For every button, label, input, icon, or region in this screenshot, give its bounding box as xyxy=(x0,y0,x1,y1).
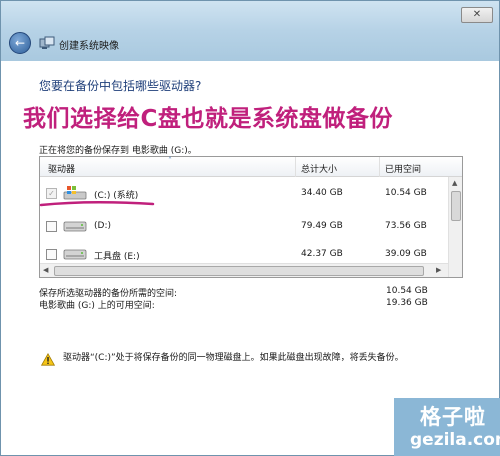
system-image-window: ✕ ← 创建系统映像 您要在备份中包括哪些驱动器? 我们选择给C盘也就是系统盘做… xyxy=(0,0,500,456)
annotation-overlay: 我们选择给C盘也就是系统盘做备份 xyxy=(23,106,393,132)
table-header: 驱动器 ˄ 总计大小 已用空间 xyxy=(40,156,462,177)
horizontal-scrollbar[interactable]: ◀ ▶ xyxy=(40,263,448,277)
warning-icon xyxy=(41,353,55,366)
table-row-d[interactable]: (D:) 79.49 GB 73.56 GB xyxy=(40,212,450,242)
page-heading: 您要在备份中包括哪些驱动器? xyxy=(39,79,202,93)
drive-name: (D:) xyxy=(94,221,111,231)
annotation-underline xyxy=(39,200,155,207)
back-arrow-icon[interactable]: ← xyxy=(9,32,31,54)
drive-total-size: 79.49 GB xyxy=(301,221,343,231)
column-header-used-space[interactable]: 已用空间 xyxy=(385,162,421,175)
sort-caret-icon: ˄ xyxy=(168,156,172,165)
scroll-left-arrow-icon[interactable]: ◀ xyxy=(43,266,48,274)
watermark-logo-text: 格子啦 xyxy=(420,405,486,429)
vertical-scrollbar[interactable]: ▲ xyxy=(448,177,462,277)
hard-drive-icon xyxy=(63,249,87,260)
warning-message: 驱动器“(C:)”处于将保存备份的同一物理磁盘上。如果此磁盘出现故障，将丢失备份… xyxy=(63,353,404,363)
drive-used-space: 10.54 GB xyxy=(385,188,427,198)
save-location-text: 正在将您的备份保存到 电影歌曲 (G:)。 xyxy=(39,146,197,156)
column-header-drive[interactable]: 驱动器 xyxy=(48,162,75,175)
drive-used-space: 73.56 GB xyxy=(385,221,427,231)
drive-total-size: 42.37 GB xyxy=(301,249,343,259)
drive-name: 工具盘 (E:) xyxy=(94,252,140,262)
close-button[interactable]: ✕ xyxy=(461,7,493,23)
column-separator xyxy=(379,157,380,177)
window-title: 创建系统映像 xyxy=(59,41,119,52)
drive-checkbox-d[interactable] xyxy=(46,221,57,232)
drive-total-size: 34.40 GB xyxy=(301,188,343,198)
drive-checkbox-e[interactable] xyxy=(46,249,57,260)
hard-drive-icon xyxy=(63,221,87,232)
vertical-scroll-thumb[interactable] xyxy=(451,191,461,221)
drive-table: 驱动器 ˄ 总计大小 已用空间 ✓ (C:) (系统) 34.40 GB 10.… xyxy=(39,156,463,278)
backup-app-icon xyxy=(39,36,55,49)
title-bar: ✕ ← 创建系统映像 xyxy=(1,1,499,61)
scroll-up-arrow-icon[interactable]: ▲ xyxy=(452,179,457,187)
drive-used-space: 39.09 GB xyxy=(385,249,427,259)
watermark-domain-text: gezila.com xyxy=(410,430,500,450)
horizontal-scroll-thumb[interactable] xyxy=(54,266,424,276)
column-separator xyxy=(295,157,296,177)
available-space-value: 19.36 GB xyxy=(386,298,428,308)
available-space-label: 电影歌曲 (G:) 上的可用空间: xyxy=(39,301,155,311)
column-header-total-size[interactable]: 总计大小 xyxy=(301,162,337,175)
scroll-right-arrow-icon[interactable]: ▶ xyxy=(436,266,441,274)
required-space-value: 10.54 GB xyxy=(386,286,428,296)
